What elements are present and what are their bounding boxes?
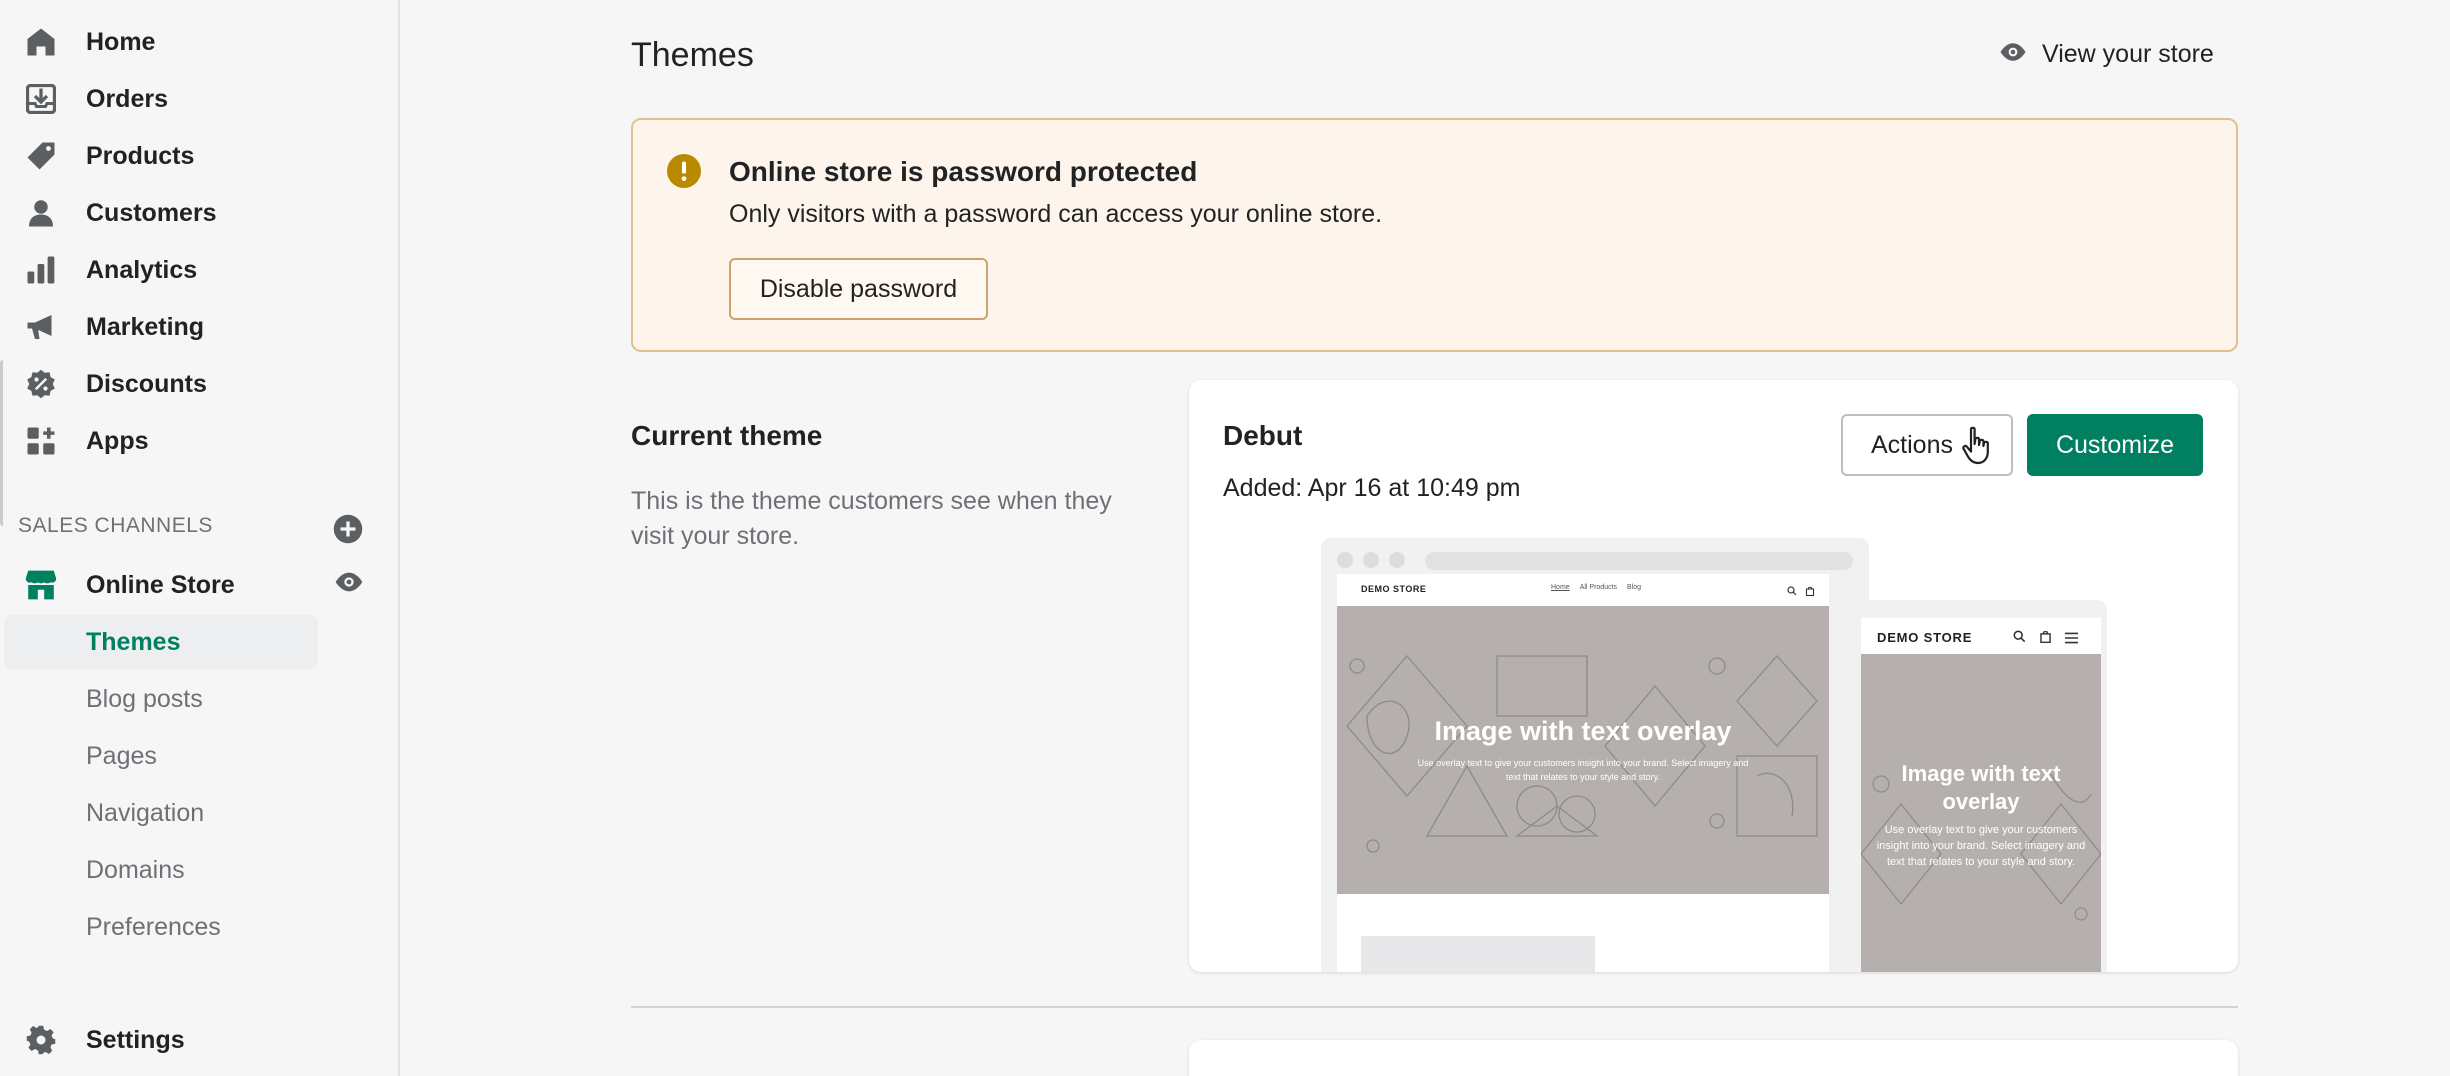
- nav-link-all-products: All Products: [1579, 584, 1618, 591]
- sidebar-subitem-blog-posts[interactable]: Blog posts: [4, 672, 318, 726]
- desktop-store-nav: DEMO STORE Home All Products Blog: [1337, 574, 1829, 606]
- sidebar-item-label: Online Store: [86, 570, 235, 599]
- browser-url-bar: [1425, 552, 1853, 570]
- desktop-hero-text: Use overlay text to give your customers …: [1417, 758, 1749, 782]
- home-icon: [24, 25, 58, 59]
- section-divider: [631, 1006, 2238, 1008]
- sidebar-subitem-label: Blog posts: [86, 684, 203, 713]
- mobile-hero-text: Use overlay text to give your customers …: [1876, 824, 2086, 868]
- desktop-nav-links: Home All Products Blog: [1551, 584, 1641, 591]
- desktop-page: DEMO STORE Home All Products Blog Image …: [1337, 574, 1829, 972]
- mobile-preview: DEMO STORE Image with text overlay Use o…: [1845, 600, 2107, 972]
- banner-text: Only visitors with a password can access…: [729, 200, 1383, 228]
- view-store-link[interactable]: View your store: [1998, 36, 2214, 72]
- sidebar-item-label: Apps: [86, 426, 149, 455]
- banner-title: Online store is password protected: [729, 156, 1198, 187]
- sidebar-item-home[interactable]: Home: [0, 14, 400, 70]
- sidebar-item-label: Home: [86, 27, 156, 56]
- current-theme-title: Current theme: [631, 420, 823, 451]
- bar-chart-icon: [24, 253, 58, 287]
- nav-link-blog: Blog: [1627, 584, 1642, 591]
- sidebar-item-label: Analytics: [86, 255, 198, 284]
- sidebar-subitem-label: Themes: [86, 627, 181, 656]
- desktop-bag-icon: [1805, 583, 1815, 601]
- disable-password-button[interactable]: Disable password: [729, 258, 988, 320]
- theme-preview: DEMO STORE Home All Products Blog Image …: [1321, 538, 2121, 972]
- sidebar-subitem-label: Navigation: [86, 798, 205, 827]
- desktop-preview: DEMO STORE Home All Products Blog Image …: [1321, 538, 1869, 972]
- sidebar-item-customers[interactable]: Customers: [0, 185, 400, 241]
- eye-icon: [1998, 41, 2028, 68]
- sidebar-item-products[interactable]: Products: [0, 128, 400, 184]
- add-sales-channel-icon[interactable]: [333, 514, 363, 544]
- nav-link-home: Home: [1551, 584, 1570, 591]
- sidebar-subitem-domains[interactable]: Domains: [4, 843, 318, 897]
- mobile-bag-icon: [2039, 630, 2052, 648]
- megaphone-icon: [24, 310, 58, 344]
- sidebar-item-label: Settings: [86, 1025, 185, 1054]
- sidebar-item-label: Discounts: [86, 369, 207, 398]
- store-icon: [24, 568, 58, 602]
- mobile-store-logo: DEMO STORE: [1877, 630, 1973, 645]
- password-banner: Online store is password protected Only …: [631, 118, 2238, 352]
- sidebar-item-label: Orders: [86, 84, 168, 113]
- sidebar-subitem-themes[interactable]: Themes: [4, 615, 318, 669]
- tag-icon: [24, 139, 58, 173]
- sidebar-subitem-label: Domains: [86, 855, 185, 884]
- sales-channels-header: SALES CHANNELS: [18, 514, 213, 537]
- desktop-content-placeholder: [1361, 936, 1595, 972]
- sidebar-subitem-navigation[interactable]: Navigation: [4, 786, 318, 840]
- gear-icon: [24, 1023, 58, 1057]
- discount-icon: [24, 367, 58, 401]
- theme-name: Debut: [1223, 420, 1303, 451]
- mobile-page: DEMO STORE Image with text overlay Use o…: [1861, 618, 2101, 972]
- page-title: Themes: [631, 36, 754, 74]
- theme-added-date: Added: Apr 16 at 10:49 pm: [1223, 474, 1521, 502]
- view-store-label: View your store: [2042, 39, 2214, 68]
- mobile-hero-image: Image with text overlay Use overlay text…: [1861, 654, 2101, 972]
- sidebar-item-label: Marketing: [86, 312, 205, 341]
- person-icon: [24, 196, 58, 230]
- sidebar-item-orders[interactable]: Orders: [0, 71, 400, 127]
- desktop-store-logo: DEMO STORE: [1361, 584, 1427, 594]
- sidebar-subitem-preferences[interactable]: Preferences: [4, 900, 318, 954]
- warning-icon: [667, 154, 701, 188]
- desktop-hero-image: Image with text overlay Use overlay text…: [1337, 606, 1829, 894]
- sidebar-subitem-label: Preferences: [86, 912, 221, 941]
- sidebar-item-discounts[interactable]: Discounts: [0, 356, 400, 412]
- sidebar-item-apps[interactable]: Apps: [0, 413, 400, 469]
- sidebar-item-label: Products: [86, 141, 195, 170]
- customize-button[interactable]: Customize: [2027, 414, 2203, 476]
- mobile-hero-title: Image with text overlay: [1901, 761, 2061, 814]
- sidebar-item-settings[interactable]: Settings: [0, 1012, 400, 1068]
- sidebar-item-marketing[interactable]: Marketing: [0, 299, 400, 355]
- hand-cursor-icon: [1961, 426, 2001, 470]
- orders-icon: [24, 82, 58, 116]
- theme-library-card: [1189, 1040, 2238, 1076]
- current-theme-description: This is the theme customers see when the…: [631, 487, 1112, 550]
- sidebar-subitem-pages[interactable]: Pages: [4, 729, 318, 783]
- mobile-search-icon: [2013, 630, 2026, 648]
- sidebar-item-analytics[interactable]: Analytics: [0, 242, 400, 298]
- sidebar-subitem-label: Pages: [86, 741, 157, 770]
- desktop-search-icon: [1787, 583, 1797, 601]
- mobile-store-nav: DEMO STORE: [1861, 618, 2101, 654]
- sidebar-item-label: Customers: [86, 198, 217, 227]
- desktop-hero-title: Image with text overlay: [1434, 716, 1732, 746]
- apps-icon: [24, 424, 58, 458]
- sidebar: Home Orders Products Customers Analytics…: [0, 0, 400, 1076]
- view-online-store-eye-icon[interactable]: [333, 570, 365, 594]
- mobile-menu-icon: [2065, 631, 2078, 649]
- current-theme-card: Debut Added: Apr 16 at 10:49 pm Actions …: [1189, 380, 2238, 972]
